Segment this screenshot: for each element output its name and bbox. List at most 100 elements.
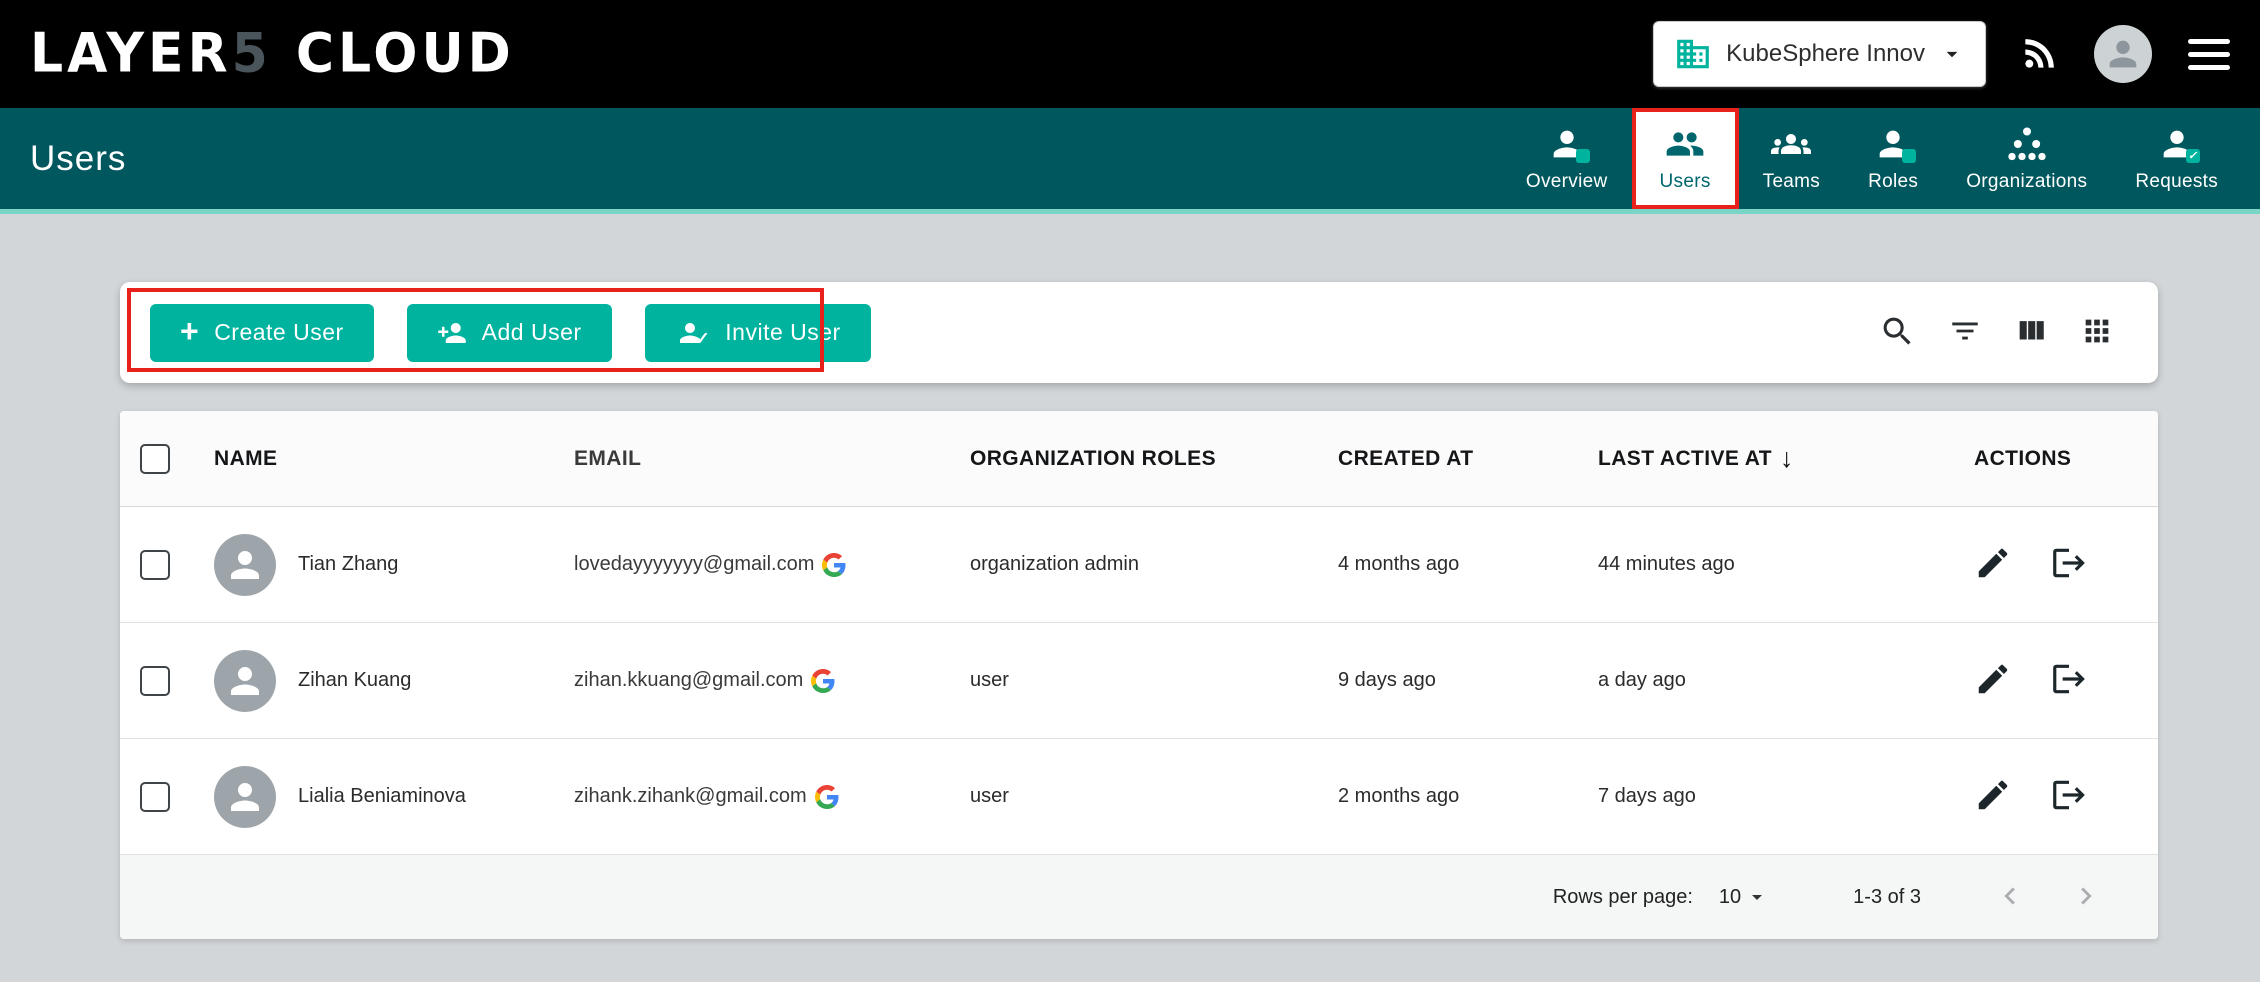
edit-user-icon[interactable] — [1974, 660, 2012, 701]
remove-user-icon[interactable] — [2050, 660, 2088, 701]
tab-teams-label: Teams — [1763, 171, 1820, 193]
google-icon — [815, 785, 839, 809]
tab-overview[interactable]: Overview — [1502, 108, 1632, 209]
tab-requests[interactable]: ✓ Requests — [2111, 108, 2242, 209]
col-header-name[interactable]: NAME — [202, 447, 562, 471]
next-page-icon[interactable] — [2069, 879, 2103, 916]
row-checkbox[interactable] — [140, 550, 170, 580]
tab-organizations-label: Organizations — [1966, 171, 2087, 193]
caret-down-icon — [1939, 41, 1965, 67]
overview-person-badge-icon — [1547, 124, 1587, 164]
table-row: Tian Zhang lovedayyyyyyy@gmail.com organ… — [120, 507, 2158, 623]
user-email: zihank.zihank@gmail.com — [574, 785, 807, 808]
row-checkbox[interactable] — [140, 666, 170, 696]
table-row: Zihan Kuang zihan.kkuang@gmail.com user … — [120, 623, 2158, 739]
person-add-icon — [437, 318, 467, 348]
user-role: organization admin — [958, 553, 1326, 576]
col-header-created-at[interactable]: CREATED AT — [1326, 447, 1586, 471]
filter-icon[interactable] — [1948, 314, 1982, 351]
user-avatar — [214, 766, 276, 828]
logo-cloud: CLOUD — [296, 23, 515, 85]
rows-per-page-select[interactable]: 10 — [1719, 885, 1769, 909]
plus-icon: + — [180, 315, 199, 347]
sort-desc-icon[interactable]: ↓ — [1780, 443, 1794, 474]
header-actions: KubeSphere Innov — [1653, 21, 2234, 87]
grid-view-icon[interactable] — [2080, 314, 2114, 351]
col-header-org-roles[interactable]: ORGANIZATION ROLES — [958, 447, 1326, 471]
user-avatar[interactable] — [2094, 25, 2152, 83]
toolbar: + Create User Add User ✓ Invite User — [120, 282, 2158, 383]
remove-user-icon[interactable] — [2050, 776, 2088, 817]
tab-roles-label: Roles — [1868, 171, 1918, 193]
rows-per-page-label: Rows per page: — [1553, 886, 1693, 909]
create-user-button[interactable]: + Create User — [150, 304, 374, 362]
tab-roles[interactable]: Roles — [1844, 108, 1942, 209]
main-content: + Create User Add User ✓ Invite User — [0, 214, 2260, 939]
roles-person-key-icon — [1873, 124, 1913, 164]
page-title: Users — [0, 139, 126, 179]
user-created-at: 2 months ago — [1326, 785, 1586, 808]
user-last-active: a day ago — [1586, 669, 1946, 692]
users-group-icon — [1665, 124, 1705, 164]
user-last-active: 7 days ago — [1586, 785, 1946, 808]
user-name: Tian Zhang — [298, 553, 398, 576]
create-user-label: Create User — [214, 319, 343, 346]
org-selector-value: KubeSphere Innov — [1726, 40, 1925, 68]
table-tools — [1879, 313, 2114, 353]
user-email: zihan.kkuang@gmail.com — [574, 669, 803, 692]
user-email: lovedayyyyyyy@gmail.com — [574, 553, 814, 576]
user-created-at: 9 days ago — [1326, 669, 1586, 692]
pagination-range: 1-3 of 3 — [1853, 886, 1921, 909]
user-avatar — [214, 650, 276, 712]
add-user-button[interactable]: Add User — [407, 304, 612, 362]
users-table: NAME EMAIL ORGANIZATION ROLES CREATED AT… — [120, 411, 2158, 939]
select-all-checkbox[interactable] — [140, 444, 170, 474]
add-user-label: Add User — [482, 319, 582, 346]
col-header-actions: ACTIONS — [1946, 447, 2158, 471]
nav-tabs: Overview Users Teams Roles Orga — [1502, 108, 2260, 209]
tab-users-active[interactable]: Users — [1632, 108, 1739, 209]
tab-users-label: Users — [1660, 171, 1711, 193]
requests-person-check-icon: ✓ — [2157, 124, 2197, 164]
logo-five: 5 — [232, 23, 272, 85]
logo: LAYER5 CLOUD — [30, 23, 515, 85]
user-role: user — [958, 785, 1326, 808]
user-avatar — [214, 534, 276, 596]
previous-page-icon[interactable] — [1993, 879, 2027, 916]
user-last-active: 44 minutes ago — [1586, 553, 1946, 576]
user-action-buttons: + Create User Add User ✓ Invite User — [150, 304, 871, 362]
user-created-at: 4 months ago — [1326, 553, 1586, 576]
organizations-hierarchy-icon — [2007, 124, 2047, 164]
invite-user-label: Invite User — [725, 319, 840, 346]
user-name: Lialia Beniaminova — [298, 785, 466, 808]
building-icon — [1674, 35, 1712, 73]
secondary-nav: Users Overview Users Teams — [0, 108, 2260, 214]
col-header-email[interactable]: EMAIL — [562, 447, 958, 471]
view-columns-icon[interactable] — [2014, 314, 2048, 351]
tab-overview-label: Overview — [1526, 171, 1608, 193]
remove-user-icon[interactable] — [2050, 544, 2088, 585]
edit-user-icon[interactable] — [1974, 544, 2012, 585]
person-icon — [2103, 34, 2143, 74]
invite-user-button[interactable]: ✓ Invite User — [645, 304, 871, 362]
row-checkbox[interactable] — [140, 782, 170, 812]
col-header-last-active[interactable]: LAST ACTIVE AT ↓ — [1586, 443, 1946, 474]
edit-user-icon[interactable] — [1974, 776, 2012, 817]
top-header: LAYER5 CLOUD KubeSphere Innov — [0, 0, 2260, 108]
tab-teams[interactable]: Teams — [1739, 108, 1844, 209]
tab-requests-label: Requests — [2135, 171, 2218, 193]
org-selector[interactable]: KubeSphere Innov — [1653, 21, 1986, 87]
google-icon — [811, 669, 835, 693]
rows-per-page-value: 10 — [1719, 886, 1741, 909]
person-check-icon: ✓ — [675, 318, 711, 348]
table-header-row: NAME EMAIL ORGANIZATION ROLES CREATED AT… — [120, 411, 2158, 507]
table-row: Lialia Beniaminova zihank.zihank@gmail.c… — [120, 739, 2158, 855]
user-role: user — [958, 669, 1326, 692]
search-icon[interactable] — [1879, 313, 1916, 353]
rss-icon[interactable] — [2018, 31, 2062, 78]
tab-organizations[interactable]: Organizations — [1942, 108, 2111, 209]
user-name: Zihan Kuang — [298, 669, 411, 692]
google-icon — [822, 553, 846, 577]
hamburger-menu-icon[interactable] — [2184, 35, 2234, 74]
table-footer: Rows per page: 10 1-3 of 3 — [120, 855, 2158, 939]
